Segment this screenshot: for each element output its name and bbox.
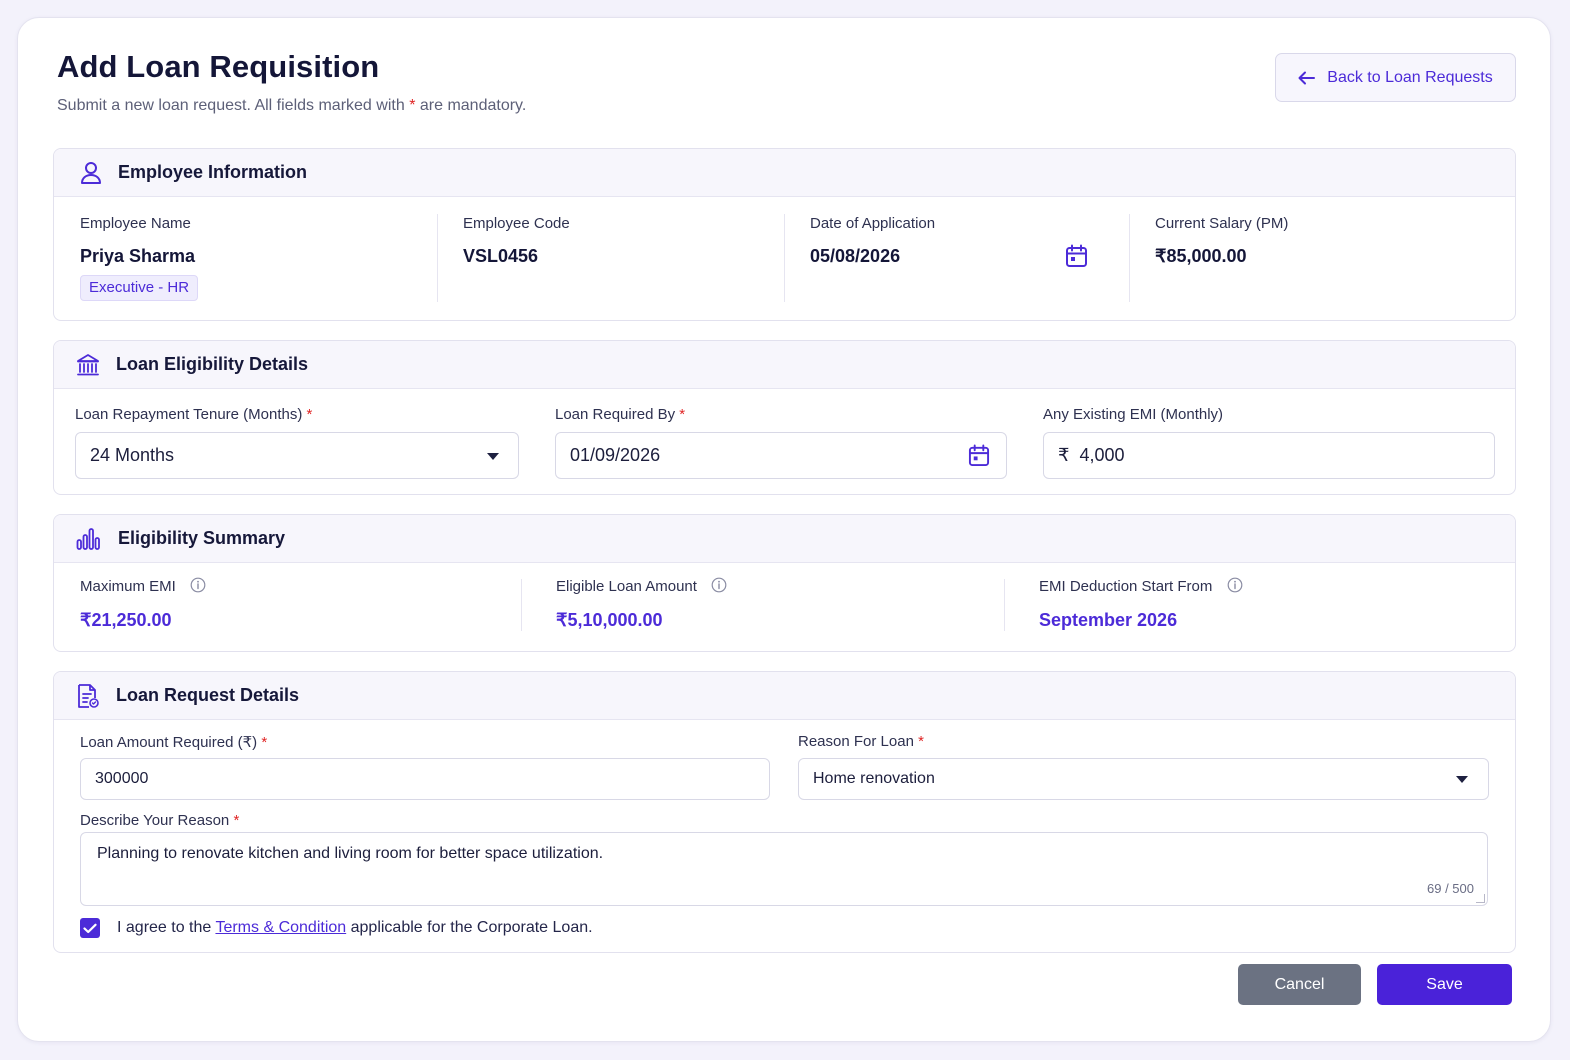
- employee-information-section: Employee Information Employee Name Priya…: [53, 148, 1516, 321]
- divider: [437, 214, 438, 302]
- max-emi-label: Maximum EMI: [80, 577, 206, 597]
- employee-name-label: Employee Name: [80, 215, 191, 232]
- section-header: Loan Request Details: [54, 672, 1515, 720]
- eligible-amount-label: Eligible Loan Amount: [556, 577, 727, 597]
- emi-start-label-text: EMI Deduction Start From: [1039, 577, 1213, 595]
- emi-start-value: September 2026: [1039, 610, 1178, 630]
- divider: [1004, 579, 1005, 631]
- currency-symbol: ₹: [1058, 445, 1070, 465]
- required-by-label-text: Loan Required By: [555, 406, 676, 423]
- required-star: *: [918, 733, 924, 750]
- char-counter: 69 / 500: [1427, 881, 1474, 896]
- loan-amount-label: Loan Amount Required (₹) *: [80, 733, 267, 751]
- agree-text-pre: I agree to the: [117, 919, 212, 936]
- subtitle-text-end: are mandatory.: [419, 97, 527, 114]
- form-card: Add Loan Requisition Submit a new loan r…: [17, 17, 1551, 1042]
- section-header: Loan Eligibility Details: [54, 341, 1515, 389]
- section-title: Loan Eligibility Details: [116, 354, 309, 374]
- emi-start-label: EMI Deduction Start From: [1039, 577, 1243, 597]
- divider: [784, 214, 785, 302]
- user-icon: [80, 161, 102, 185]
- tenure-label-text: Loan Repayment Tenure (Months): [75, 406, 303, 423]
- agree-text: I agree to the Terms & Condition applica…: [117, 919, 593, 937]
- eligible-amount-value: ₹5,10,000.00: [556, 610, 663, 630]
- chevron-down-icon: [487, 452, 499, 460]
- bank-icon: [76, 353, 100, 377]
- required-star: *: [306, 406, 313, 423]
- divider: [521, 579, 522, 631]
- document-icon: [76, 683, 100, 709]
- max-emi-label-text: Maximum EMI: [80, 577, 176, 595]
- info-icon[interactable]: [190, 577, 206, 597]
- describe-reason-textarea[interactable]: Planning to renovate kitchen and living …: [80, 832, 1488, 906]
- cancel-button[interactable]: Cancel: [1238, 964, 1361, 1005]
- existing-emi-label: Any Existing EMI (Monthly): [1043, 406, 1224, 423]
- tenure-select[interactable]: 24 Months: [75, 432, 519, 479]
- section-header: Eligibility Summary: [54, 515, 1515, 563]
- current-salary-label: Current Salary (PM): [1155, 215, 1289, 232]
- existing-emi-input[interactable]: ₹ 4,000: [1043, 432, 1495, 479]
- eligible-amount-label-text: Eligible Loan Amount: [556, 577, 697, 595]
- loan-amount-input[interactable]: 300000: [80, 758, 770, 800]
- required-star: *: [679, 406, 686, 423]
- date-of-application: 05/08/2026: [810, 246, 901, 266]
- arrow-left-icon: [1298, 71, 1316, 85]
- loan-eligibility-section: Loan Eligibility Details Loan Repayment …: [53, 340, 1516, 495]
- max-emi-value: ₹21,250.00: [80, 610, 172, 630]
- chevron-down-icon: [1456, 776, 1468, 783]
- tenure-value: 24 Months: [90, 445, 175, 465]
- page-title: Add Loan Requisition: [57, 49, 380, 84]
- required-by-value: 01/09/2026: [570, 445, 661, 465]
- section-title: Eligibility Summary: [118, 528, 286, 548]
- check-icon: [83, 923, 97, 934]
- tenure-label: Loan Repayment Tenure (Months) *: [75, 406, 312, 423]
- page-subtitle: Submit a new loan request. All fields ma…: [57, 97, 526, 115]
- describe-label: Describe Your Reason *: [80, 812, 239, 829]
- required-star: *: [409, 97, 416, 114]
- resize-handle[interactable]: [1476, 894, 1485, 903]
- info-icon[interactable]: [1227, 577, 1243, 597]
- section-title: Employee Information: [118, 162, 308, 182]
- employee-code-label: Employee Code: [463, 215, 570, 232]
- loan-request-section: Loan Request Details Loan Amount Require…: [53, 671, 1516, 953]
- calendar-icon[interactable]: [968, 444, 990, 467]
- employee-code: VSL0456: [463, 246, 539, 266]
- calendar-icon[interactable]: [1065, 244, 1088, 268]
- back-button-label: Back to Loan Requests: [1327, 68, 1493, 86]
- reason-value: Home renovation: [813, 770, 935, 787]
- back-to-loan-requests-button[interactable]: Back to Loan Requests: [1275, 53, 1516, 102]
- agree-text-post: applicable for the Corporate Loan.: [350, 919, 593, 936]
- current-salary: ₹85,000.00: [1155, 246, 1247, 266]
- date-of-application-label: Date of Application: [810, 215, 936, 232]
- describe-label-text: Describe Your Reason: [80, 812, 230, 829]
- divider: [1129, 214, 1130, 302]
- save-button[interactable]: Save: [1377, 964, 1512, 1005]
- section-title: Loan Request Details: [116, 685, 300, 705]
- required-star: *: [261, 734, 268, 751]
- bar-chart-icon: [76, 527, 102, 551]
- employee-name: Priya Sharma: [80, 246, 196, 266]
- agree-checkbox[interactable]: [80, 918, 100, 938]
- reason-select[interactable]: Home renovation: [798, 758, 1489, 800]
- terms-link[interactable]: Terms & Condition: [215, 919, 346, 936]
- required-star: *: [233, 812, 240, 829]
- subtitle-text: Submit a new loan request. All fields ma…: [57, 97, 405, 114]
- reason-label: Reason For Loan *: [798, 733, 924, 750]
- required-by-date-input[interactable]: 01/09/2026: [555, 432, 1007, 479]
- loan-amount-label-text: Loan Amount Required (₹): [80, 734, 258, 751]
- required-by-label: Loan Required By *: [555, 406, 685, 423]
- section-header: Employee Information: [54, 149, 1515, 197]
- eligibility-summary-section: Eligibility Summary Maximum EMI ₹21,250.…: [53, 514, 1516, 652]
- loan-amount-value: 300000: [95, 770, 149, 787]
- designation-badge: Executive - HR: [80, 275, 199, 301]
- existing-emi-value: 4,000: [1079, 445, 1125, 465]
- info-icon[interactable]: [711, 577, 727, 597]
- reason-label-text: Reason For Loan: [798, 733, 914, 750]
- describe-value: Planning to renovate kitchen and living …: [97, 845, 604, 862]
